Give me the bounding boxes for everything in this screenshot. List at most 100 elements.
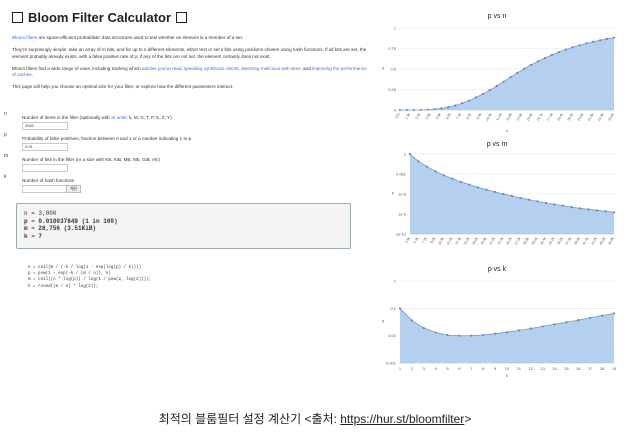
result-n: n = 3,000 [24,210,57,217]
data-point [447,106,450,109]
x-tick-label: 41.4k [582,236,590,245]
intro-paragraph-2: They're surprisingly simple: take an arr… [12,47,367,59]
data-point [446,333,449,337]
data-point [592,40,595,43]
data-point [422,326,425,330]
x-tick-label: 34.2k [548,236,556,245]
bitcoin-link[interactable]: speeding up Bitcoin clients [184,66,238,71]
result-p: p = 0.010037849 (1 in 100) [24,217,118,225]
data-point [425,165,429,168]
source-link[interactable]: https://hur.st/bloomfilter [340,412,464,426]
x-tick-label: 5 [446,366,449,371]
x-tick-label: 16 [576,366,581,371]
p-description: Probability of false positives, fraction… [22,136,192,141]
chart-p-vs-n-svg: 0 0.25 0.5 0.75 1 p 375 1.5k 2.6k 3.8k 4.9k 6.0k 7.1… [382,26,616,133]
chart-p-vs-k: p vs k 0.001 0.01 0.1 1 p 1 2 3 4 5 6 7 8 9 10 11 12 13 14… [372,263,622,390]
x-tick-label: 37.8k [565,236,573,245]
x-tick-label: 45.0k [599,236,607,245]
x-tick-label: 10.8k [437,236,445,245]
intro-paragraph-3: Bloom filters find a wide range of uses,… [12,65,367,78]
y-tick-label: 1e-9 [398,212,407,217]
x-tick-label: 19 [612,366,617,371]
series-area [400,308,614,363]
calculate-button[interactable]: 계산 [66,185,82,193]
x-tick-label: 11.6k [495,112,503,121]
p-label: p [4,132,7,138]
data-point [459,180,463,184]
data-point [485,188,488,191]
x-tick-label: 9 [494,366,497,371]
x-tick-label: 27.0k [514,236,522,245]
y-axis-label: p [382,318,385,323]
m-description: Number of bits in the filter (or a size … [22,157,160,162]
parameter-form: n Number of items in the filter (optiona… [4,111,324,195]
data-point [612,211,616,214]
chart-p-vs-m: p vs m 1e-12 1e-9 1e-6 0.001 1 p 3.5k 5.3k 7.2k 9… [372,138,622,263]
x-tick-label: 10 [505,366,510,371]
data-point [495,84,498,88]
x-tick-label: 22.9k [597,112,605,121]
x-tick-label: 19.8k [480,236,488,245]
data-point [587,208,590,211]
x-tick-label: 10.5k [485,112,493,121]
form-row-n: n Number of items in the filter (optiona… [4,111,324,132]
x-tick-label: 20.6k [577,112,585,121]
data-point [557,51,560,54]
y-tick-label: 1 [404,152,407,157]
data-point [585,42,588,45]
data-point [553,323,556,326]
data-point [578,207,582,210]
y-tick-label: 1 [394,26,397,31]
k-input[interactable] [22,185,68,193]
x-tick-label: 25.2k [505,236,513,245]
n-input[interactable]: 3000 [22,122,68,130]
x-tick-label: 13 [540,366,545,371]
data-point [561,204,565,207]
bloom-filters-link[interactable]: Bloom filters [12,35,37,40]
data-point [519,196,522,200]
data-point [553,203,556,206]
data-point [505,331,509,334]
x-tick-label: 8 [482,366,485,371]
x-tick-label: 14.4k [454,236,462,245]
m-input[interactable] [22,164,68,172]
articles-link[interactable]: articles you've read [142,66,181,71]
data-point [451,177,454,180]
x-tick-label: 375 [395,112,401,119]
intro-paragraph-1: Bloom filters are space-efficient probab… [12,35,243,40]
data-point [565,321,568,324]
x-tick-label: 14 [552,366,557,371]
data-point [536,200,539,203]
data-point [516,71,519,74]
data-point [488,89,491,92]
x-tick-label: 23.6k [607,112,615,121]
x-tick-label: 6 [458,366,461,371]
data-point [601,314,604,317]
data-point [544,201,548,205]
caption: 최적의 블룸필터 설정 계산기 <출처: https://hur.st/bloo… [158,412,472,426]
x-tick-label: 7 [470,366,473,371]
x-tick-label: 12 [529,366,534,371]
x-tick-label: 15 [564,366,569,371]
x-tick-label: 30.6k [531,236,539,245]
malicious-sites-link[interactable]: detecting malicious web sites [241,66,301,71]
m-label: m [4,153,9,159]
x-tick-label: 4 [435,366,438,371]
p-input[interactable]: 0.01 [22,143,68,151]
data-point [398,307,402,310]
data-point [605,37,609,41]
data-point [434,170,437,173]
k-label: k [4,174,7,180]
x-tick-label: 3.5k [404,236,411,244]
square-icon [176,12,188,23]
result-m: m = 28,756 (3.51KiB) [24,225,97,232]
x-tick-label: 18.0k [471,236,479,245]
page-title-text: Bloom Filter Calculator [28,10,172,25]
x-tick-label: 15.0k [526,112,534,121]
y-tick-label: 0.5 [390,67,396,72]
data-point [510,194,514,198]
data-point [482,333,485,337]
x-tick-label: 17.3k [546,112,554,121]
si-units-link[interactable]: SI units [111,115,126,120]
x-tick-label: 12.8k [505,112,513,121]
